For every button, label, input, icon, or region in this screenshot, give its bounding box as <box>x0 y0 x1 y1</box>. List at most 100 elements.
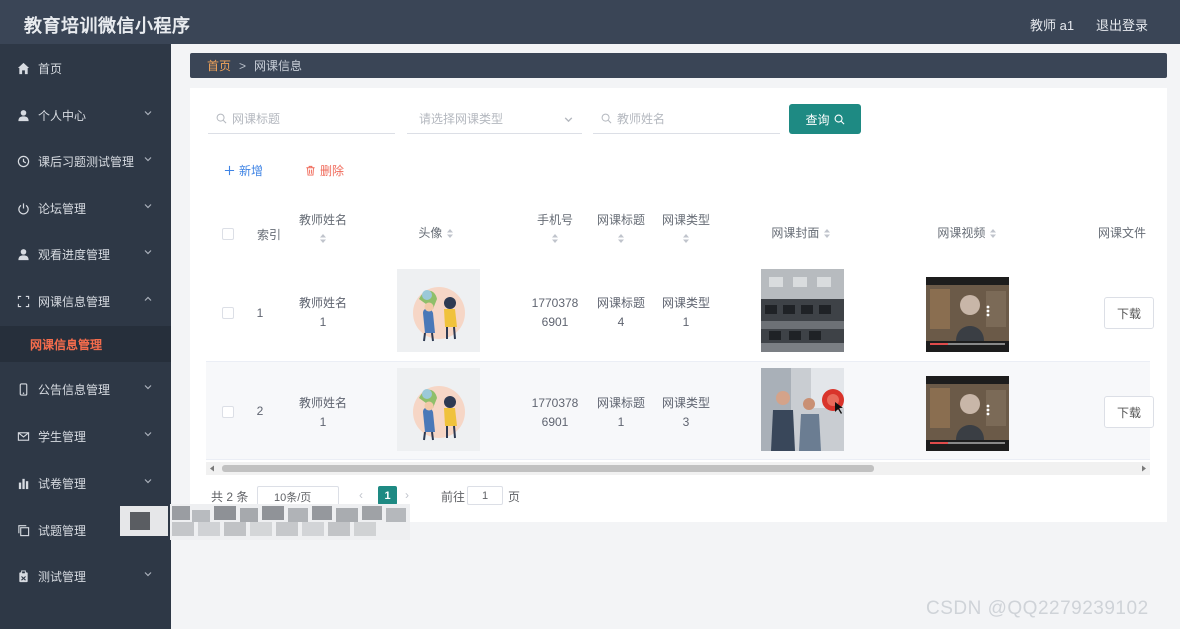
delete-button[interactable]: 删除 <box>305 162 344 179</box>
sort-icon <box>552 234 558 244</box>
sort-icon <box>683 234 689 244</box>
sort-icon <box>618 234 624 244</box>
sidebar-item-progress[interactable]: 观看进度管理 <box>0 234 171 274</box>
add-button-label: 新增 <box>239 164 264 178</box>
download-button[interactable]: 下载 <box>1104 297 1154 329</box>
sidebar-item-label: 观看进度管理 <box>38 247 111 262</box>
query-button[interactable]: 查询 <box>789 104 861 134</box>
cell-line: 6901 <box>541 415 569 429</box>
mail-icon <box>16 429 30 443</box>
sidebar-item-tests[interactable]: 测试管理 <box>0 556 171 596</box>
trash-icon <box>306 165 315 176</box>
cell-line: 网课类型 <box>661 396 710 410</box>
cell-line: 1 <box>682 315 690 329</box>
sidebar-item-notice[interactable]: 公告信息管理 <box>0 369 171 409</box>
logout-link[interactable]: 退出登录 <box>1096 15 1148 34</box>
chevron-down-icon <box>144 157 152 162</box>
video-thumbnail[interactable] <box>926 277 1009 352</box>
scroll-right-icon <box>1142 465 1146 472</box>
sidebar-item-home[interactable]: 首页 <box>0 48 171 88</box>
cover-image[interactable] <box>761 368 844 451</box>
cell-line: 1770378 <box>531 296 579 310</box>
sort-icon <box>823 229 830 239</box>
avatar-image <box>397 269 480 352</box>
plus-icon <box>224 165 235 176</box>
clock-icon <box>16 154 30 168</box>
sidebar-subitem-course-info[interactable]: 网课信息管理 <box>0 326 171 362</box>
sidebar-item-personal[interactable]: 个人中心 <box>0 95 171 135</box>
home-icon <box>16 61 30 75</box>
header-avatar[interactable]: 头像 <box>400 224 472 242</box>
search-icon <box>601 113 612 124</box>
header-video[interactable]: 网课视频 <box>922 224 1012 242</box>
user-icon <box>16 108 30 122</box>
header-label: 网课类型 <box>661 213 710 227</box>
page-unit-label: 页 <box>508 490 521 504</box>
chevron-down-icon <box>144 572 152 577</box>
cell-line: 1 <box>319 415 327 429</box>
select-all-checkbox[interactable] <box>222 228 234 240</box>
sidebar: 首页 个人中心 课后习题测试管理 论坛管理 观看进度管理 网课信息管理 网课信息… <box>0 44 171 629</box>
cell-line: 网课标题 <box>596 396 645 410</box>
breadcrumb-separator: > <box>239 58 247 73</box>
cell-line: 6901 <box>541 315 569 329</box>
cell-line: 教师姓名 <box>298 396 347 410</box>
header-label: 网课封面 <box>771 226 820 240</box>
goto-page-input[interactable]: 1 <box>467 486 503 505</box>
chevron-down-icon <box>144 479 152 484</box>
row-checkbox[interactable] <box>222 406 234 418</box>
header-course-title[interactable]: 网课标题 <box>592 211 650 247</box>
header-cover[interactable]: 网课封面 <box>756 224 846 242</box>
chevron-down-icon <box>144 250 152 255</box>
row-index: 2 <box>256 404 264 418</box>
sidebar-item-label: 个人中心 <box>38 108 87 123</box>
search-placeholder: 教师姓名 <box>617 112 666 126</box>
sidebar-item-label: 网课信息管理 <box>38 294 111 309</box>
sidebar-item-label: 论坛管理 <box>38 201 87 216</box>
row-course-type: 网课类型 1 <box>657 294 715 332</box>
row-teacher-name: 教师姓名 1 <box>292 394 354 432</box>
table-horizontal-scrollbar[interactable] <box>206 462 1150 475</box>
cell-line: 1 <box>617 415 625 429</box>
header-teacher-name[interactable]: 教师姓名 <box>292 211 354 247</box>
cell-line: 1 <box>319 315 327 329</box>
cover-image[interactable] <box>761 269 844 352</box>
sidebar-item-homework[interactable]: 课后习题测试管理 <box>0 141 171 181</box>
chevron-down-icon <box>144 385 152 390</box>
header-label: 手机号 <box>536 213 573 227</box>
user-icon <box>16 247 30 261</box>
course-type-select[interactable]: 请选择网课类型 <box>407 104 582 134</box>
header-phone[interactable]: 手机号 <box>525 211 585 247</box>
sidebar-item-students[interactable]: 学生管理 <box>0 416 171 456</box>
scrollbar-thumb[interactable] <box>222 465 874 472</box>
chevron-up-icon <box>144 296 152 301</box>
clipboard-icon <box>16 569 30 583</box>
row-course-title: 网课标题 4 <box>592 294 650 332</box>
power-icon <box>16 201 30 215</box>
breadcrumb-current: 网课信息 <box>254 59 303 73</box>
header-label: 网课视频 <box>937 226 986 240</box>
sidebar-item-forum[interactable]: 论坛管理 <box>0 188 171 228</box>
cell-line: 3 <box>682 415 690 429</box>
sort-icon <box>446 229 453 239</box>
cell-line: 教师姓名 <box>298 296 347 310</box>
sidebar-item-label: 首页 <box>38 61 63 76</box>
teacher-name-search-input[interactable]: 教师姓名 <box>593 104 780 134</box>
header-label: 教师姓名 <box>298 213 347 227</box>
row-teacher-name: 教师姓名 1 <box>292 294 354 332</box>
cell-line: 网课标题 <box>596 296 645 310</box>
row-checkbox[interactable] <box>222 307 234 319</box>
download-button[interactable]: 下载 <box>1104 396 1154 428</box>
course-title-search-input[interactable]: 网课标题 <box>208 104 395 134</box>
header-course-type[interactable]: 网课类型 <box>657 211 715 247</box>
select-placeholder: 请选择网课类型 <box>419 112 504 126</box>
current-user: 教师 a1 <box>1030 18 1075 33</box>
video-thumbnail[interactable] <box>926 376 1009 451</box>
sidebar-item-papers[interactable]: 试卷管理 <box>0 463 171 503</box>
sort-icon <box>320 234 326 244</box>
add-button[interactable]: 新增 <box>224 162 263 179</box>
sidebar-item-label: 学生管理 <box>38 429 87 444</box>
breadcrumb-home[interactable]: 首页 <box>207 57 231 74</box>
sidebar-item-course-info[interactable]: 网课信息管理 <box>0 281 171 321</box>
row-course-title: 网课标题 1 <box>592 394 650 432</box>
